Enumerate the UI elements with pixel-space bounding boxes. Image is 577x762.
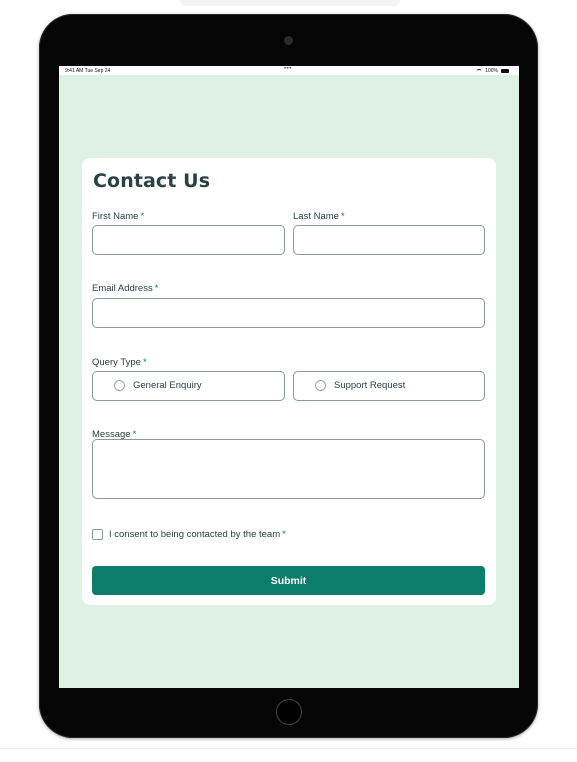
battery-icon	[501, 68, 509, 73]
radio-support-request[interactable]: Support Request	[293, 371, 485, 401]
battery-percent: 100%	[485, 67, 498, 74]
consent-label-text: I consent to being contacted by the team	[109, 529, 281, 540]
top-shadow	[180, 0, 400, 6]
radio-general-enquiry[interactable]: General Enquiry	[92, 371, 285, 401]
tablet-screen: 9:41 AM Tue Sep 24 ••• 100% Contact Us F…	[59, 66, 519, 688]
required-marker: *	[140, 211, 145, 222]
last-name-label: Last Name *	[293, 211, 345, 222]
required-marker: *	[154, 283, 159, 294]
tablet-frame: 9:41 AM Tue Sep 24 ••• 100% Contact Us F…	[39, 14, 538, 738]
radio-circle-icon[interactable]	[315, 380, 326, 391]
form-title: Contact Us	[93, 170, 211, 192]
status-bar: 9:41 AM Tue Sep 24 ••• 100%	[59, 66, 519, 75]
first-name-label: First Name *	[92, 211, 144, 222]
first-name-input[interactable]	[92, 225, 285, 255]
query-type-label: Query Type *	[92, 357, 147, 368]
last-name-input[interactable]	[293, 225, 485, 255]
first-name-label-text: First Name	[92, 211, 139, 222]
email-input[interactable]	[92, 298, 485, 328]
multitask-dots: •••	[284, 66, 292, 72]
consent-label: I consent to being contacted by the team…	[109, 529, 286, 540]
required-marker: *	[282, 529, 286, 540]
contact-form: Contact Us First Name * Last Name * Email …	[82, 158, 496, 605]
radio-circle-icon[interactable]	[114, 380, 125, 391]
camera-icon	[284, 36, 293, 45]
email-label: Email Address *	[92, 283, 158, 294]
wifi-icon	[476, 68, 483, 73]
consent-checkbox[interactable]	[92, 529, 103, 540]
submit-button[interactable]: Submit	[92, 566, 485, 595]
radio-label-general-enquiry: General Enquiry	[133, 380, 202, 391]
bottom-divider	[0, 748, 577, 749]
last-name-label-text: Last Name	[293, 211, 339, 222]
status-right: 100%	[476, 68, 509, 74]
home-button-icon[interactable]	[276, 699, 302, 725]
required-marker: *	[340, 211, 345, 222]
query-type-label-text: Query Type	[92, 357, 141, 368]
email-label-text: Email Address	[92, 283, 153, 294]
required-marker: *	[142, 357, 147, 368]
status-time: 9:41 AM Tue Sep 24	[65, 67, 111, 74]
radio-label-support-request: Support Request	[334, 380, 406, 391]
message-textarea[interactable]	[92, 439, 485, 499]
